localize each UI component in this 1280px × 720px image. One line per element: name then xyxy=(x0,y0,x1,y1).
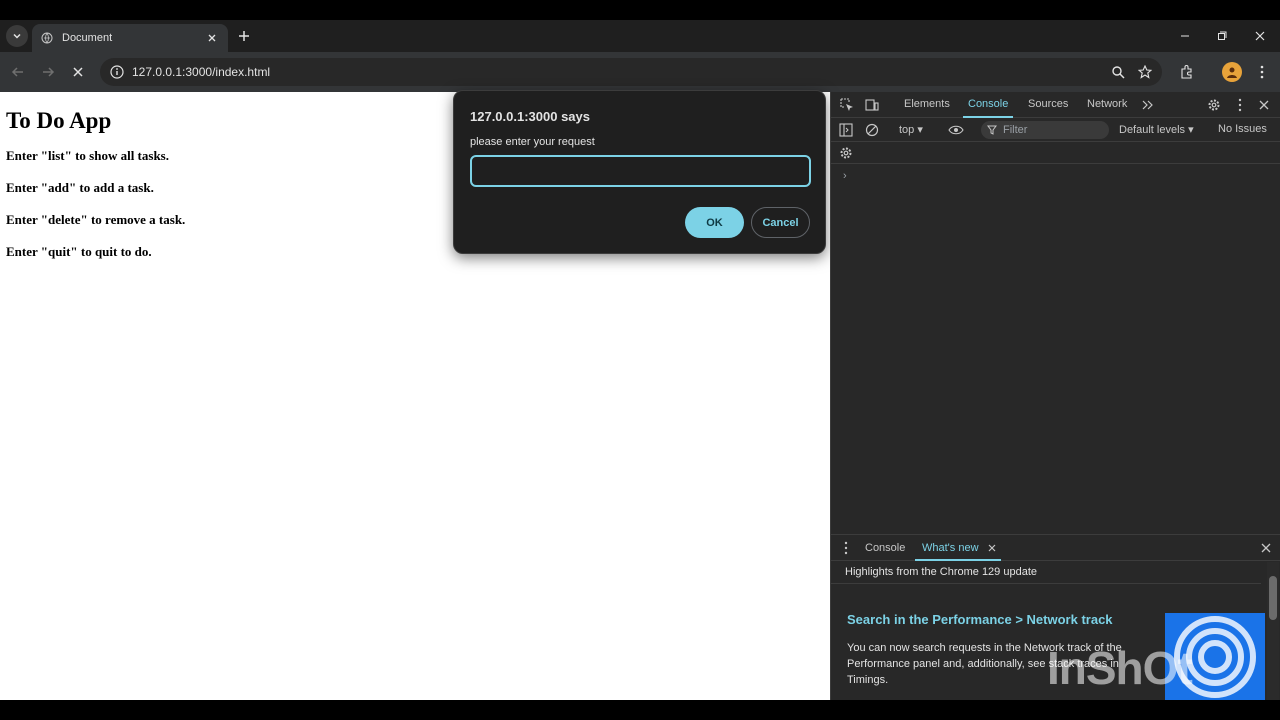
filter-icon xyxy=(987,125,997,135)
minimize-button[interactable] xyxy=(1175,26,1195,46)
tab-sources[interactable]: Sources xyxy=(1028,98,1068,110)
kebab-menu-icon[interactable] xyxy=(1232,97,1248,113)
feature-title-link[interactable]: Search in the Performance > Network trac… xyxy=(847,612,1113,627)
top-black-bar xyxy=(0,0,1280,20)
divider xyxy=(831,583,1261,584)
scrollbar-thumb[interactable] xyxy=(1269,576,1277,620)
context-selector[interactable]: top ▾ xyxy=(899,123,923,136)
site-info-icon[interactable] xyxy=(110,65,124,79)
extensions-icon[interactable] xyxy=(1177,62,1197,82)
watermark-text: InShOt xyxy=(1047,642,1193,694)
issues-counter[interactable]: No Issues xyxy=(1218,123,1267,135)
devtools-panel: Elements Console Sources Network top ▾ F… xyxy=(830,92,1280,701)
avatar-icon xyxy=(1227,67,1237,78)
whats-new-heading: Highlights from the Chrome 129 update xyxy=(845,566,1037,578)
close-icon xyxy=(1255,31,1265,41)
tab-strip: Document xyxy=(0,20,1280,52)
ok-button[interactable]: OK xyxy=(685,207,744,238)
close-icon xyxy=(73,67,83,77)
tab-console[interactable]: Console xyxy=(968,98,1008,110)
browser-toolbar: 127.0.0.1:3000/index.html xyxy=(0,52,1280,92)
close-devtools-icon[interactable] xyxy=(1256,97,1272,113)
context-value: top xyxy=(899,124,915,136)
drawer-tab-console[interactable]: Console xyxy=(865,542,905,554)
drawer-tab-whats-new[interactable]: What's new xyxy=(922,542,979,554)
plus-icon xyxy=(239,31,249,41)
gear-icon[interactable] xyxy=(1206,97,1222,113)
gear-icon[interactable] xyxy=(838,145,854,161)
close-window-button[interactable] xyxy=(1250,26,1270,46)
url-text: 127.0.0.1:3000/index.html xyxy=(132,65,271,79)
kebab-menu-icon[interactable] xyxy=(1252,62,1272,82)
device-toolbar-icon[interactable] xyxy=(864,97,880,113)
close-drawer-icon[interactable] xyxy=(1258,540,1274,556)
back-button[interactable] xyxy=(8,62,28,82)
close-drawer-tab-icon[interactable] xyxy=(984,540,1000,556)
filter-placeholder: Filter xyxy=(1003,124,1028,136)
filter-input[interactable]: Filter xyxy=(981,121,1109,139)
arrow-left-icon xyxy=(11,67,23,77)
address-bar[interactable]: 127.0.0.1:3000/index.html xyxy=(100,58,1162,86)
dialog-message: please enter your request xyxy=(470,136,595,148)
bottom-black-bar xyxy=(0,700,1280,720)
close-tab-icon[interactable] xyxy=(204,30,220,46)
kebab-menu-icon[interactable] xyxy=(838,540,854,556)
cancel-button[interactable]: Cancel xyxy=(751,207,810,238)
eye-icon[interactable] xyxy=(948,122,964,138)
forward-button[interactable] xyxy=(38,62,58,82)
log-levels-dropdown[interactable]: Default levels ▾ xyxy=(1119,123,1194,136)
new-tab-button[interactable] xyxy=(234,26,254,46)
console-settings-row xyxy=(831,142,1280,164)
browser-tab[interactable]: Document xyxy=(32,24,228,52)
globe-icon xyxy=(40,31,54,45)
inspect-element-icon[interactable] xyxy=(839,97,855,113)
clear-console-icon[interactable] xyxy=(864,122,880,138)
restore-button[interactable] xyxy=(1212,26,1232,46)
profile-avatar[interactable] xyxy=(1222,62,1242,82)
tab-title: Document xyxy=(62,32,113,44)
log-levels-value: Default levels xyxy=(1119,124,1186,136)
bookmark-star-icon[interactable] xyxy=(1135,62,1155,82)
minimize-icon xyxy=(1181,35,1189,37)
console-prompt[interactable]: › xyxy=(843,170,847,182)
zoom-icon[interactable] xyxy=(1108,62,1128,82)
request-input[interactable] xyxy=(470,155,811,187)
console-toolbar: top ▾ Filter Default levels ▾ No Issues xyxy=(831,118,1280,142)
devtools-tab-bar: Elements Console Sources Network xyxy=(831,92,1280,118)
tab-search-button[interactable] xyxy=(6,25,28,47)
drawer-active-indicator xyxy=(915,559,1001,561)
devtools-drawer: Console What's new Highlights from the C… xyxy=(831,534,1280,701)
restore-icon xyxy=(1218,31,1227,40)
more-tabs-icon[interactable] xyxy=(1140,97,1156,113)
prompt-dialog: 127.0.0.1:3000 says please enter your re… xyxy=(453,90,826,254)
stop-loading-button[interactable] xyxy=(68,62,88,82)
tab-network[interactable]: Network xyxy=(1087,98,1127,110)
drawer-tab-bar: Console What's new xyxy=(831,535,1280,561)
tab-elements[interactable]: Elements xyxy=(904,98,950,110)
chevron-down-icon xyxy=(13,33,21,39)
dialog-title: 127.0.0.1:3000 says xyxy=(470,109,590,124)
sidebar-toggle-icon[interactable] xyxy=(838,122,854,138)
drawer-scrollbar[interactable] xyxy=(1267,562,1279,701)
arrow-right-icon xyxy=(43,67,55,77)
